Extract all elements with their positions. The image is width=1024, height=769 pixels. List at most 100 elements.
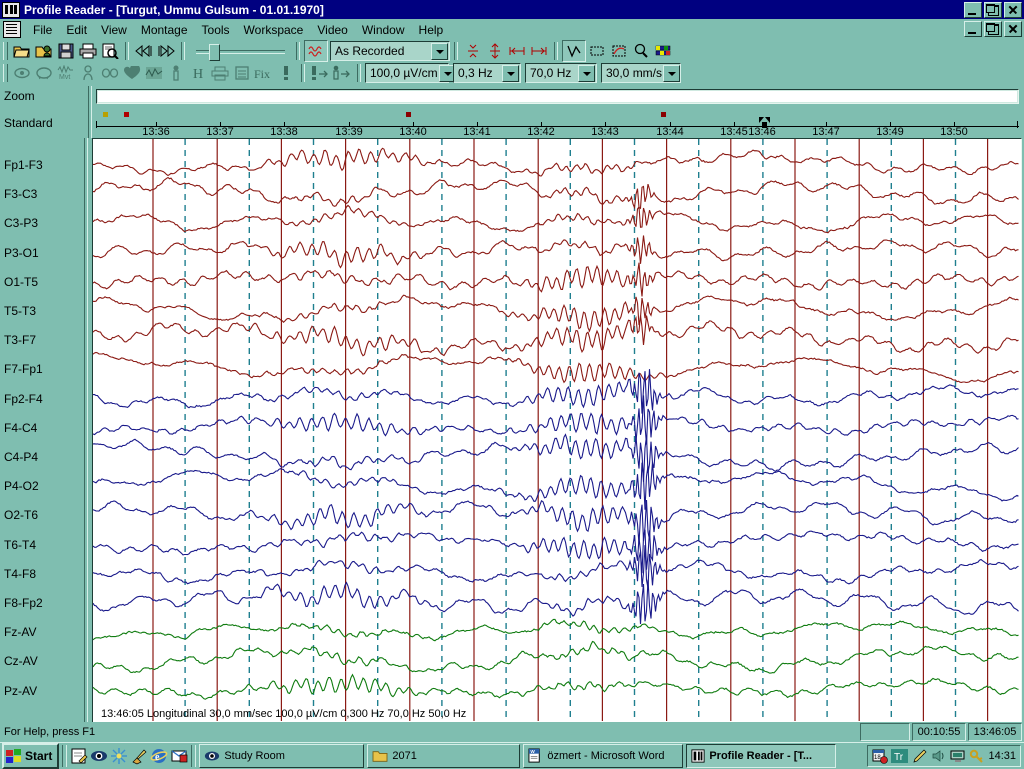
forward-icon[interactable] — [155, 41, 177, 61]
menu-workspace[interactable]: Workspace — [237, 21, 311, 39]
taskbar-item-study-room[interactable]: Study Room — [199, 744, 365, 768]
spacing-increase-icon[interactable] — [484, 41, 506, 61]
print-preview-icon[interactable] — [99, 41, 121, 61]
event-marker-red-2[interactable] — [406, 112, 411, 117]
scheduler-icon[interactable]: 18 — [872, 748, 889, 764]
open-patient-icon[interactable] — [33, 41, 55, 61]
display-icon[interactable] — [950, 748, 966, 764]
exclamation-icon[interactable] — [275, 63, 297, 83]
event-marker-red-3[interactable] — [661, 112, 666, 117]
spectrum-icon[interactable] — [143, 63, 165, 83]
pencil-icon[interactable] — [912, 748, 928, 764]
marker-icon[interactable] — [165, 63, 187, 83]
time-narrow-icon[interactable] — [506, 41, 528, 61]
color-bars-icon[interactable] — [652, 41, 674, 61]
language-indicator-icon[interactable]: Tr — [891, 748, 909, 764]
curve-icon[interactable] — [608, 41, 630, 61]
rewind-icon[interactable] — [133, 41, 155, 61]
maximize-button[interactable] — [984, 2, 1002, 18]
channel-label-pz-av[interactable]: Pz-AV — [4, 684, 37, 698]
mdi-restore-button[interactable] — [984, 21, 1002, 37]
channel-label-t3-f7[interactable]: T3-F7 — [4, 333, 36, 347]
mdi-close-button[interactable] — [1004, 21, 1022, 37]
list-icon[interactable] — [231, 63, 253, 83]
channel-label-fp1-f3[interactable]: Fp1-F3 — [4, 158, 43, 172]
h-icon[interactable]: H — [187, 63, 209, 83]
eyes-pair-icon[interactable] — [99, 63, 121, 83]
volume-icon[interactable] — [931, 748, 947, 764]
toolbar2-grip[interactable] — [3, 64, 8, 82]
chevron-down-icon[interactable] — [502, 64, 519, 82]
event-marker-red[interactable] — [124, 112, 129, 117]
channel-label-cz-av[interactable]: Cz-AV — [4, 654, 38, 668]
notepad-icon[interactable] — [70, 747, 88, 765]
internet-explorer-icon[interactable]: e — [150, 747, 168, 765]
channel-label-f3-c3[interactable]: F3-C3 — [4, 187, 37, 201]
toolbar-grip[interactable] — [3, 42, 8, 60]
channel-label-fz-av[interactable]: Fz-AV — [4, 625, 36, 639]
mail-icon[interactable] — [170, 747, 188, 765]
chevron-down-icon[interactable] — [578, 64, 595, 82]
fix-icon[interactable]: Fix — [253, 63, 275, 83]
channel-label-o2-t6[interactable]: O2-T6 — [4, 508, 38, 522]
highfilter-combo[interactable]: 70,0 Hz — [525, 63, 597, 83]
channel-label-f4-c4[interactable]: F4-C4 — [4, 421, 37, 435]
zoom-scrollbar-thumb[interactable] — [98, 91, 1017, 102]
open-icon[interactable] — [11, 41, 33, 61]
printer-stack-icon[interactable] — [209, 63, 231, 83]
time-ruler[interactable]: 13:36 13:37 13:38 13:39 13:40 13:41 13:42 13:43… — [96, 108, 1019, 138]
taskbar-item-word[interactable]: W özmert - Microsoft Word — [523, 744, 684, 768]
channel-label-c3-p3[interactable]: C3-P3 — [4, 216, 38, 230]
montage-combo[interactable]: As Recorded — [330, 41, 450, 61]
event-next-icon[interactable] — [309, 63, 331, 83]
chevron-down-icon[interactable] — [663, 64, 681, 82]
menu-view[interactable]: View — [94, 21, 134, 39]
channel-label-t5-t3[interactable]: T5-T3 — [4, 304, 36, 318]
heart-icon[interactable] — [121, 63, 143, 83]
waveform-icon[interactable] — [562, 40, 586, 62]
sensitivity-combo[interactable]: 100,0 µV/cm — [365, 63, 456, 83]
key-icon[interactable] — [969, 748, 985, 764]
channel-label-p3-o1[interactable]: P3-O1 — [4, 246, 39, 260]
time-widen-icon[interactable] — [528, 41, 550, 61]
spacing-decrease-icon[interactable] — [462, 41, 484, 61]
position-slider[interactable] — [193, 41, 288, 61]
channel-label-t4-f8[interactable]: T4-F8 — [4, 567, 36, 581]
lowfilter-combo[interactable]: 0,3 Hz — [453, 63, 521, 83]
montage-waveform-icon[interactable] — [304, 40, 328, 62]
speed-combo[interactable]: 30,0 mm/s — [601, 63, 681, 83]
start-button[interactable]: Start — [2, 743, 60, 769]
channel-label-p4-o2[interactable]: P4-O2 — [4, 479, 39, 493]
menu-video[interactable]: Video — [310, 21, 354, 39]
event-marker-yellow[interactable] — [103, 112, 108, 117]
print-icon[interactable] — [77, 41, 99, 61]
document-icon[interactable] — [3, 21, 21, 38]
menu-file[interactable]: File — [26, 21, 59, 39]
menu-tools[interactable]: Tools — [195, 21, 237, 39]
taskbar-item-profile-reader[interactable]: Profile Reader - [T... — [686, 744, 837, 768]
channel-label-o1-t5[interactable]: O1-T5 — [4, 275, 38, 289]
channel-label-c4-p4[interactable]: C4-P4 — [4, 450, 38, 464]
body-icon[interactable] — [77, 63, 99, 83]
sparkle-icon[interactable] — [110, 747, 128, 765]
menu-help[interactable]: Help — [412, 21, 451, 39]
eeg-canvas[interactable]: 13:46:05 Longitudinal 30,0 mm/sec 100,0 … — [92, 138, 1022, 724]
paint-icon[interactable] — [130, 747, 148, 765]
chevron-down-icon[interactable] — [431, 42, 448, 60]
minimize-button[interactable] — [964, 2, 982, 18]
viewer-icon[interactable] — [90, 747, 108, 765]
save-icon[interactable] — [55, 41, 77, 61]
channel-label-t6-t4[interactable]: T6-T4 — [4, 538, 36, 552]
taskbar-item-2071[interactable]: 2071 — [367, 744, 521, 768]
mdi-minimize-button[interactable] — [964, 21, 982, 37]
menu-window[interactable]: Window — [355, 21, 412, 39]
eye-icon[interactable] — [11, 63, 33, 83]
slider-thumb[interactable] — [209, 44, 220, 61]
marker-next-icon[interactable] — [331, 63, 353, 83]
selection-icon[interactable] — [586, 41, 608, 61]
multi-trace-icon[interactable]: Mvt — [55, 63, 77, 83]
head-icon[interactable] — [33, 63, 55, 83]
channel-label-fp2-f4[interactable]: Fp2-F4 — [4, 392, 43, 406]
channel-label-f8-fp2[interactable]: F8-Fp2 — [4, 596, 43, 610]
close-button[interactable] — [1004, 2, 1022, 18]
